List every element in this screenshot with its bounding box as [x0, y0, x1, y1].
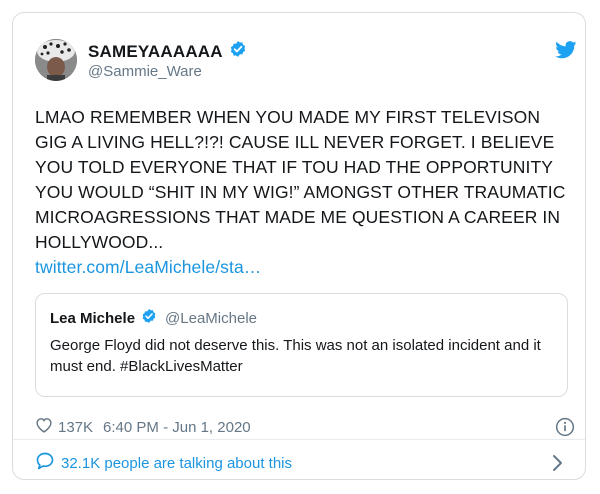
author-name-row: SAMEYAAAAAA: [88, 40, 247, 63]
tweet-link[interactable]: twitter.com/LeaMichele/sta…: [35, 257, 261, 277]
tweet-body-text: LMAO REMEMBER WHEN YOU MADE MY FIRST TEL…: [35, 107, 566, 252]
chevron-right-icon[interactable]: [551, 454, 563, 477]
twitter-bird-icon[interactable]: [555, 41, 577, 64]
verified-badge-icon: [141, 308, 157, 329]
tweet-footer: 137K 6:40 PM - Jun 1, 2020: [35, 415, 575, 439]
author-display-name[interactable]: SAMEYAAAAAA: [88, 42, 223, 62]
conversation-link[interactable]: 32.1K people are talking about this: [35, 451, 292, 476]
tweet-header: SAMEYAAAAAA @Sammie_Ware: [35, 39, 577, 83]
tweet-timestamp[interactable]: 6:40 PM - Jun 1, 2020: [103, 419, 251, 436]
conversation-count-text: 32.1K people are talking about this: [61, 455, 292, 472]
comment-icon: [35, 451, 55, 476]
quoted-handle: @LeaMichele: [165, 310, 257, 327]
tweet-text-block: LMAO REMEMBER WHEN YOU MADE MY FIRST TEL…: [35, 105, 575, 280]
author-handle[interactable]: @Sammie_Ware: [88, 63, 202, 80]
quoted-display-name: Lea Michele: [50, 310, 136, 327]
quoted-text: George Floyd did not deserve this. This …: [50, 337, 541, 375]
footer-divider: [13, 439, 585, 440]
quoted-tweet[interactable]: Lea Michele @LeaMichele George Floyd did…: [35, 293, 568, 397]
like-count: 137K: [58, 418, 94, 436]
avatar[interactable]: [35, 39, 77, 81]
heart-icon: [35, 417, 53, 437]
quoted-author-row: Lea Michele @LeaMichele: [50, 308, 257, 329]
verified-badge-icon: [229, 40, 247, 63]
tweet-card: SAMEYAAAAAA @Sammie_Ware LMAO REMEMBER W…: [12, 12, 586, 480]
like-button[interactable]: 137K: [35, 417, 93, 437]
